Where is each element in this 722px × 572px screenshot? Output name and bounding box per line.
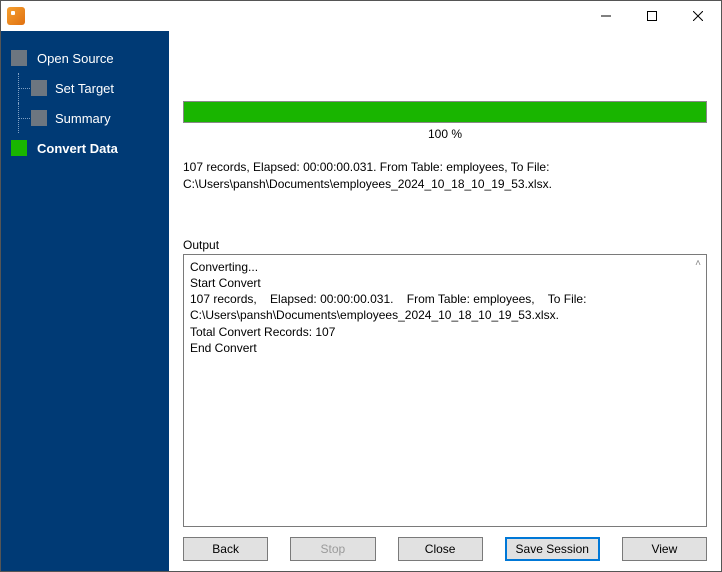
nav-open-source[interactable]: Open Source — [1, 43, 169, 73]
scroll-up-icon: ˄ — [692, 257, 704, 269]
titlebar — [1, 1, 721, 31]
app-icon — [7, 7, 25, 25]
nav-label: Summary — [55, 111, 111, 126]
save-session-button[interactable]: Save Session — [505, 537, 600, 561]
status-line: 107 records, Elapsed: 00:00:00.031. From… — [183, 159, 707, 176]
main-panel: 100 % 107 records, Elapsed: 00:00:00.031… — [169, 31, 721, 571]
wizard-sidebar: Open Source Set Target Summary Convert D… — [1, 31, 169, 571]
output-textbox[interactable]: Converting... Start Convert 107 records,… — [183, 254, 707, 527]
nav-summary[interactable]: Summary — [1, 103, 169, 133]
step-box-icon — [31, 80, 47, 96]
close-button[interactable]: Close — [398, 537, 483, 561]
window-controls — [583, 1, 721, 31]
step-box-icon — [11, 50, 27, 66]
progress-bar — [183, 101, 707, 123]
nav-convert-data[interactable]: Convert Data — [1, 133, 169, 163]
button-row: Back Stop Close Save Session View — [183, 527, 707, 563]
app-window: Open Source Set Target Summary Convert D… — [0, 0, 722, 572]
nav-label: Convert Data — [37, 141, 118, 156]
nav-set-target[interactable]: Set Target — [1, 73, 169, 103]
status-line: C:\Users\pansh\Documents\employees_2024_… — [183, 176, 707, 193]
back-button[interactable]: Back — [183, 537, 268, 561]
minimize-button[interactable] — [583, 1, 629, 31]
status-text: 107 records, Elapsed: 00:00:00.031. From… — [183, 159, 707, 194]
output-label: Output — [183, 238, 707, 252]
close-window-button[interactable] — [675, 1, 721, 31]
output-content: Converting... Start Convert 107 records,… — [190, 260, 590, 355]
progress-percent: 100 % — [183, 127, 707, 141]
nav-label: Set Target — [55, 81, 114, 96]
stop-button: Stop — [290, 537, 375, 561]
nav-label: Open Source — [37, 51, 114, 66]
step-box-icon — [11, 140, 27, 156]
progress-fill — [184, 102, 706, 122]
view-button[interactable]: View — [622, 537, 707, 561]
maximize-button[interactable] — [629, 1, 675, 31]
step-box-icon — [31, 110, 47, 126]
